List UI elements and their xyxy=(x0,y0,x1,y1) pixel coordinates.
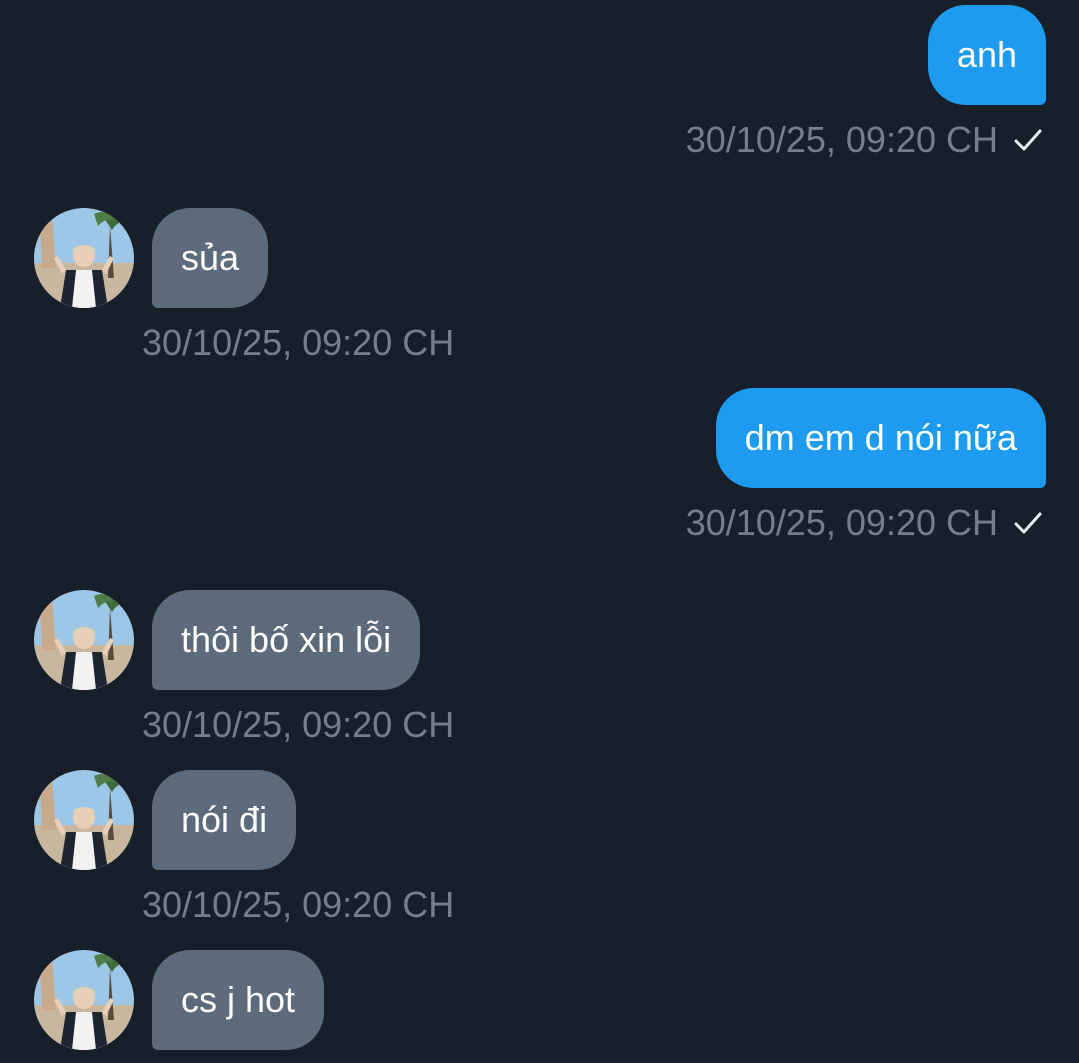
message-text: dm em d nói nữa xyxy=(744,417,1017,458)
message-text: anh xyxy=(956,34,1017,75)
check-icon xyxy=(1014,129,1042,151)
timestamp-text: 30/10/25, 09:20 CH xyxy=(142,884,455,925)
message-text: sủa xyxy=(181,237,240,278)
message-timestamp: 30/10/25, 09:20 CH xyxy=(142,885,454,925)
outgoing-message-bubble[interactable]: anh xyxy=(927,5,1046,105)
timestamp-text: 30/10/25, 09:20 CH xyxy=(685,502,998,543)
message-text: nói đi xyxy=(181,799,268,840)
avatar[interactable] xyxy=(34,590,134,690)
message-timestamp: 30/10/25, 09:20 CH xyxy=(686,503,1044,543)
message-timestamp: 30/10/25, 09:20 CH xyxy=(686,120,1044,160)
avatar-photo-icon xyxy=(34,950,134,1050)
message-text: cs j hot xyxy=(181,979,296,1020)
outgoing-message-bubble[interactable]: dm em d nói nữa xyxy=(715,388,1046,488)
avatar[interactable] xyxy=(34,950,134,1050)
chat-thread: anh 30/10/25, 09:20 CH sủa 30/10/25, 09:… xyxy=(0,0,1079,1063)
timestamp-text: 30/10/25, 09:20 CH xyxy=(142,704,455,745)
timestamp-text: 30/10/25, 09:20 CH xyxy=(142,322,455,363)
avatar[interactable] xyxy=(34,770,134,870)
avatar-photo-icon xyxy=(34,770,134,870)
incoming-message-bubble[interactable]: nói đi xyxy=(152,770,297,870)
incoming-message-bubble[interactable]: thôi bố xin lỗi xyxy=(152,590,421,690)
message-timestamp: 30/10/25, 09:20 CH xyxy=(142,705,454,745)
avatar-photo-icon xyxy=(34,208,134,308)
avatar[interactable] xyxy=(34,208,134,308)
avatar-photo-icon xyxy=(34,590,134,690)
message-text: thôi bố xin lỗi xyxy=(181,619,392,660)
incoming-message-bubble[interactable]: sủa xyxy=(152,208,269,308)
incoming-message-bubble[interactable]: cs j hot xyxy=(152,950,325,1050)
check-icon xyxy=(1014,512,1042,534)
timestamp-text: 30/10/25, 09:20 CH xyxy=(685,119,998,160)
message-timestamp: 30/10/25, 09:20 CH xyxy=(142,323,454,363)
